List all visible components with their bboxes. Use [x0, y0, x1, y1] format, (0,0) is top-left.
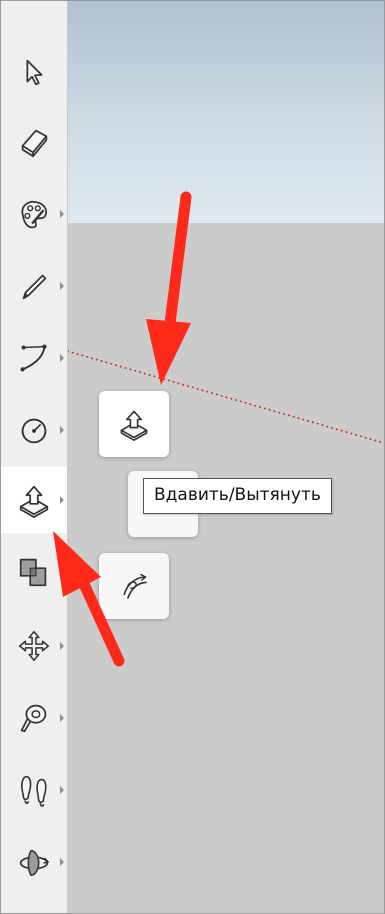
- eraser-icon: [21, 129, 48, 158]
- orbit-icon: [19, 849, 50, 877]
- tool-palette: [1, 1, 68, 913]
- push-pull-icon: [120, 410, 148, 442]
- arc-icon: [20, 344, 47, 372]
- viewport-sky: [67, 1, 384, 223]
- push-pull-flyout-button[interactable]: [99, 391, 169, 457]
- pencil-icon: [22, 274, 47, 300]
- tool-tooltip: Вдавить/Вытянуть: [143, 478, 332, 514]
- flyout-caret-icon: [60, 426, 64, 434]
- move-tool-button[interactable]: [1, 613, 67, 679]
- tape-measure-icon: [20, 704, 47, 733]
- follow-me-icon: [123, 573, 147, 599]
- circle-icon: [21, 418, 47, 444]
- solid-tools-button[interactable]: [1, 539, 67, 605]
- flyout-caret-icon: [60, 210, 64, 218]
- arrow-cursor-icon: [26, 59, 43, 86]
- flyout-caret-icon: [60, 282, 64, 290]
- flyout-caret-icon: [60, 714, 64, 722]
- flyout-caret-icon: [60, 786, 64, 794]
- tape-measure-tool-button[interactable]: [1, 685, 67, 751]
- flyout-caret-icon: [60, 858, 64, 866]
- screenshot-frame: Вдавить/Вытянуть: [0, 0, 385, 914]
- flyout-caret-icon: [60, 496, 64, 504]
- footprints-icon: [21, 775, 47, 807]
- follow-me-tool-button[interactable]: [99, 553, 169, 619]
- flyout-caret-icon: [60, 354, 64, 362]
- move-icon: [18, 630, 50, 662]
- line-tool-button[interactable]: [1, 253, 67, 319]
- circle-tool-button[interactable]: [1, 397, 67, 463]
- paint-bucket-icon: [21, 201, 47, 229]
- orbit-tool-button[interactable]: [1, 829, 67, 895]
- solid-tools-icon: [19, 558, 47, 587]
- flyout-caret-icon: [60, 642, 64, 650]
- push-pull-tool-button[interactable]: [1, 467, 67, 533]
- push-pull-icon: [19, 485, 49, 518]
- walk-tool-button[interactable]: [1, 757, 67, 823]
- arc-tool-button[interactable]: [1, 325, 67, 391]
- paint-bucket-tool-button[interactable]: [1, 181, 67, 247]
- select-tool-button[interactable]: [1, 39, 67, 105]
- eraser-tool-button[interactable]: [1, 109, 67, 175]
